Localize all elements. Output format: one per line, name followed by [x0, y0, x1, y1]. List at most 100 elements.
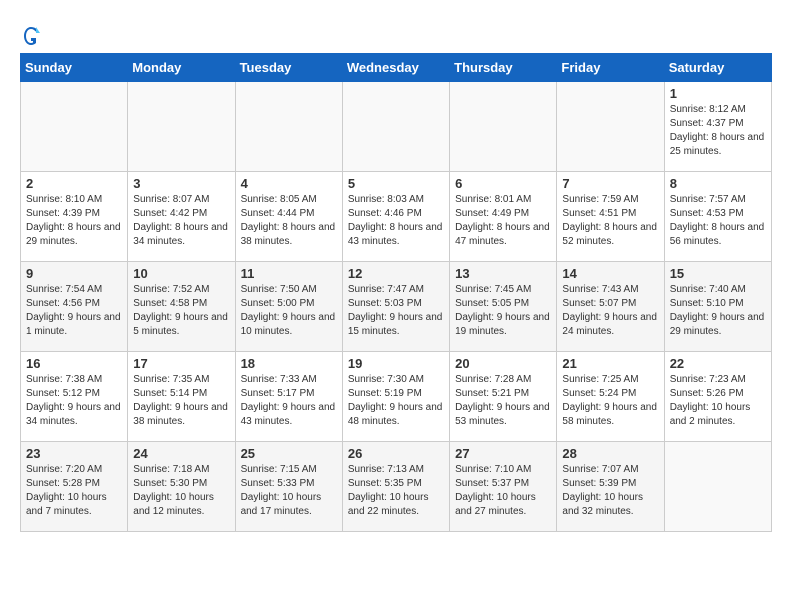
- calendar-day-cell: 9 Sunrise: 7:54 AMSunset: 4:56 PMDaylight…: [21, 262, 128, 352]
- calendar-day-cell: 1Sunrise: 8:12 AMSunset: 4:37 PMDaylight…: [664, 82, 771, 172]
- day-info: Sunrise: 7:38 AMSunset: 5:12 PMDaylight:…: [26, 373, 122, 429]
- calendar-day-cell: 3 Sunrise: 8:07 AMSunset: 4:42 PMDaylight…: [128, 172, 235, 262]
- calendar-table: SundayMondayTuesdayWednesdayThursdayFrid…: [20, 53, 772, 532]
- calendar-day-cell: 10 Sunrise: 7:52 AMSunset: 4:58 PMDayligh…: [128, 262, 235, 352]
- day-info: Sunrise: 7:43 AMSunset: 5:07 PMDaylight:…: [562, 283, 658, 339]
- calendar-day-cell: 18 Sunrise: 7:33 AMSunset: 5:17 PMDayligh…: [235, 352, 342, 442]
- day-info: Sunrise: 7:40 AMSunset: 5:10 PMDaylight:…: [670, 283, 766, 339]
- day-number: 20: [455, 356, 551, 371]
- calendar-day-cell: 22 Sunrise: 7:23 AMSunset: 5:26 PMDayligh…: [664, 352, 771, 442]
- day-number: 25: [241, 446, 337, 461]
- page-header: [20, 20, 772, 43]
- day-number: 16: [26, 356, 122, 371]
- day-number: 5: [348, 176, 444, 191]
- day-number: 7: [562, 176, 658, 191]
- day-number: 9: [26, 266, 122, 281]
- weekday-header: Tuesday: [235, 54, 342, 82]
- day-number: 26: [348, 446, 444, 461]
- calendar-day-cell: [342, 82, 449, 172]
- calendar-day-cell: 12 Sunrise: 7:47 AMSunset: 5:03 PMDayligh…: [342, 262, 449, 352]
- calendar-day-cell: 13 Sunrise: 7:45 AMSunset: 5:05 PMDayligh…: [450, 262, 557, 352]
- day-info: Sunrise: 7:28 AMSunset: 5:21 PMDaylight:…: [455, 373, 551, 429]
- day-info: Sunrise: 7:25 AMSunset: 5:24 PMDaylight:…: [562, 373, 658, 429]
- day-number: 15: [670, 266, 766, 281]
- day-info: Sunrise: 8:07 AMSunset: 4:42 PMDaylight:…: [133, 193, 229, 249]
- day-info: Sunrise: 7:10 AMSunset: 5:37 PMDaylight:…: [455, 463, 551, 519]
- day-number: 6: [455, 176, 551, 191]
- calendar-day-cell: 4 Sunrise: 8:05 AMSunset: 4:44 PMDaylight…: [235, 172, 342, 262]
- weekday-header: Monday: [128, 54, 235, 82]
- calendar-week-row: 2 Sunrise: 8:10 AMSunset: 4:39 PMDaylight…: [21, 172, 772, 262]
- day-info: Sunrise: 7:54 AMSunset: 4:56 PMDaylight:…: [26, 283, 122, 339]
- calendar-week-row: 1Sunrise: 8:12 AMSunset: 4:37 PMDaylight…: [21, 82, 772, 172]
- day-number: 11: [241, 266, 337, 281]
- day-number: 8: [670, 176, 766, 191]
- calendar-week-row: 9 Sunrise: 7:54 AMSunset: 4:56 PMDaylight…: [21, 262, 772, 352]
- calendar-day-cell: [235, 82, 342, 172]
- day-number: 17: [133, 356, 229, 371]
- day-info: Sunrise: 7:47 AMSunset: 5:03 PMDaylight:…: [348, 283, 444, 339]
- calendar-week-row: 16 Sunrise: 7:38 AMSunset: 5:12 PMDayligh…: [21, 352, 772, 442]
- calendar-day-cell: 17 Sunrise: 7:35 AMSunset: 5:14 PMDayligh…: [128, 352, 235, 442]
- day-number: 24: [133, 446, 229, 461]
- day-info: Sunrise: 7:45 AMSunset: 5:05 PMDaylight:…: [455, 283, 551, 339]
- day-info: Sunrise: 8:12 AMSunset: 4:37 PMDaylight:…: [670, 103, 766, 159]
- calendar-day-cell: [557, 82, 664, 172]
- calendar-day-cell: 16 Sunrise: 7:38 AMSunset: 5:12 PMDayligh…: [21, 352, 128, 442]
- weekday-header: Wednesday: [342, 54, 449, 82]
- day-number: 2: [26, 176, 122, 191]
- weekday-header: Saturday: [664, 54, 771, 82]
- day-info: Sunrise: 7:57 AMSunset: 4:53 PMDaylight:…: [670, 193, 766, 249]
- day-info: Sunrise: 7:50 AMSunset: 5:00 PMDaylight:…: [241, 283, 337, 339]
- day-number: 13: [455, 266, 551, 281]
- day-number: 19: [348, 356, 444, 371]
- day-info: Sunrise: 7:52 AMSunset: 4:58 PMDaylight:…: [133, 283, 229, 339]
- calendar-day-cell: 7Sunrise: 7:59 AMSunset: 4:51 PMDaylight…: [557, 172, 664, 262]
- calendar-day-cell: 25 Sunrise: 7:15 AMSunset: 5:33 PMDayligh…: [235, 442, 342, 532]
- day-number: 4: [241, 176, 337, 191]
- calendar-day-cell: 11 Sunrise: 7:50 AMSunset: 5:00 PMDayligh…: [235, 262, 342, 352]
- day-number: 12: [348, 266, 444, 281]
- calendar-day-cell: 28 Sunrise: 7:07 AMSunset: 5:39 PMDayligh…: [557, 442, 664, 532]
- calendar-day-cell: [21, 82, 128, 172]
- calendar-day-cell: 8 Sunrise: 7:57 AMSunset: 4:53 PMDaylight…: [664, 172, 771, 262]
- day-number: 22: [670, 356, 766, 371]
- day-info: Sunrise: 7:35 AMSunset: 5:14 PMDaylight:…: [133, 373, 229, 429]
- calendar-day-cell: 23 Sunrise: 7:20 AMSunset: 5:28 PMDayligh…: [21, 442, 128, 532]
- day-info: Sunrise: 8:05 AMSunset: 4:44 PMDaylight:…: [241, 193, 337, 249]
- day-number: 3: [133, 176, 229, 191]
- calendar-day-cell: [664, 442, 771, 532]
- day-info: Sunrise: 7:20 AMSunset: 5:28 PMDaylight:…: [26, 463, 122, 519]
- logo: [20, 25, 40, 43]
- weekday-header: Friday: [557, 54, 664, 82]
- day-number: 27: [455, 446, 551, 461]
- calendar-day-cell: 14 Sunrise: 7:43 AMSunset: 5:07 PMDayligh…: [557, 262, 664, 352]
- weekday-header: Sunday: [21, 54, 128, 82]
- day-info: Sunrise: 7:13 AMSunset: 5:35 PMDaylight:…: [348, 463, 444, 519]
- calendar-day-cell: [450, 82, 557, 172]
- day-info: Sunrise: 8:10 AMSunset: 4:39 PMDaylight:…: [26, 193, 122, 249]
- calendar-header-row: SundayMondayTuesdayWednesdayThursdayFrid…: [21, 54, 772, 82]
- day-number: 23: [26, 446, 122, 461]
- calendar-week-row: 23 Sunrise: 7:20 AMSunset: 5:28 PMDayligh…: [21, 442, 772, 532]
- calendar-day-cell: 15 Sunrise: 7:40 AMSunset: 5:10 PMDayligh…: [664, 262, 771, 352]
- logo-icon: [22, 25, 40, 47]
- day-info: Sunrise: 7:33 AMSunset: 5:17 PMDaylight:…: [241, 373, 337, 429]
- calendar-day-cell: 5 Sunrise: 8:03 AMSunset: 4:46 PMDaylight…: [342, 172, 449, 262]
- day-info: Sunrise: 7:07 AMSunset: 5:39 PMDaylight:…: [562, 463, 658, 519]
- calendar-day-cell: 21 Sunrise: 7:25 AMSunset: 5:24 PMDayligh…: [557, 352, 664, 442]
- day-info: Sunrise: 7:30 AMSunset: 5:19 PMDaylight:…: [348, 373, 444, 429]
- day-info: Sunrise: 8:03 AMSunset: 4:46 PMDaylight:…: [348, 193, 444, 249]
- day-number: 28: [562, 446, 658, 461]
- calendar-day-cell: 20 Sunrise: 7:28 AMSunset: 5:21 PMDayligh…: [450, 352, 557, 442]
- day-number: 10: [133, 266, 229, 281]
- day-info: Sunrise: 8:01 AMSunset: 4:49 PMDaylight:…: [455, 193, 551, 249]
- calendar-day-cell: 2 Sunrise: 8:10 AMSunset: 4:39 PMDaylight…: [21, 172, 128, 262]
- day-info: Sunrise: 7:15 AMSunset: 5:33 PMDaylight:…: [241, 463, 337, 519]
- weekday-header: Thursday: [450, 54, 557, 82]
- day-number: 18: [241, 356, 337, 371]
- day-info: Sunrise: 7:23 AMSunset: 5:26 PMDaylight:…: [670, 373, 766, 429]
- calendar-day-cell: 24Sunrise: 7:18 AMSunset: 5:30 PMDayligh…: [128, 442, 235, 532]
- day-number: 21: [562, 356, 658, 371]
- day-number: 14: [562, 266, 658, 281]
